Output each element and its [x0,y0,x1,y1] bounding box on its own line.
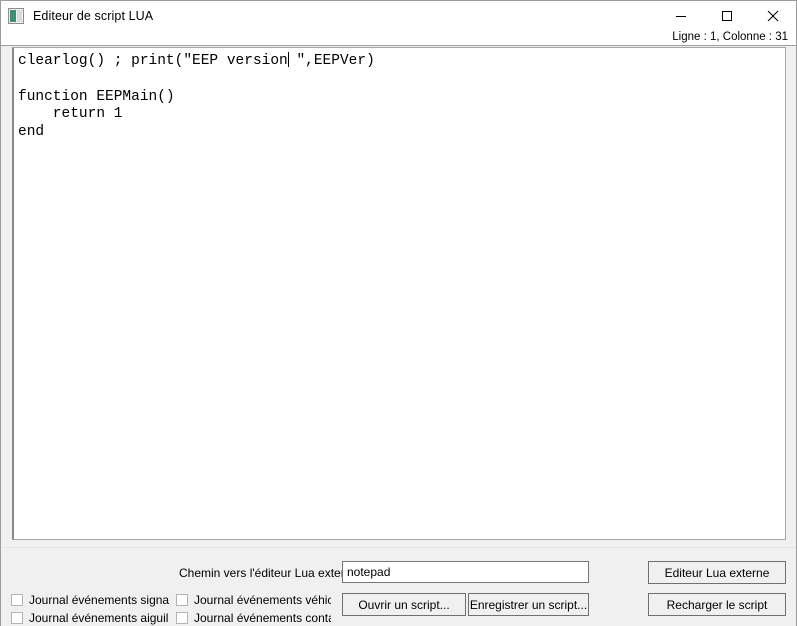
checkbox-box-vehicule[interactable] [176,593,188,606]
close-icon [767,10,779,22]
code-editor[interactable]: clearlog() ; print("EEP version ",EEPVer… [12,47,786,540]
checkbox-label-signalisation: Journal événements signalisa [29,592,169,607]
title-bar: Editeur de script LUA [1,1,796,31]
minimize-icon [676,16,686,17]
checkbox-label-aiguillage: Journal événements aiguillag [29,610,169,625]
code-before-caret: clearlog() ; print("EEP version [18,53,288,69]
checkbox-journal-signalisation[interactable]: Journal événements signalisa [11,591,169,608]
lua-script-editor-window: Editeur de script LUA Ligne : 1, Colonne… [0,0,797,626]
close-button[interactable] [750,1,796,31]
checkbox-journal-aiguillage[interactable]: Journal événements aiguillag [11,609,169,626]
code-text[interactable]: clearlog() ; print("EEP version ",EEPVer… [14,48,785,142]
checkbox-label-contacts: Journal événements contacts [194,610,331,625]
caption-button-group [658,1,796,31]
checkbox-journal-vehicule[interactable]: Journal événements véhicule [176,591,331,608]
save-script-button[interactable]: Enregistrer un script... [468,593,589,616]
external-lua-editor-button[interactable]: Editeur Lua externe [648,561,786,584]
external-editor-path-label: Chemin vers l'éditeur Lua externe [179,566,359,580]
checkbox-box-signalisation[interactable] [11,593,23,606]
maximize-button[interactable] [704,1,750,31]
maximize-icon [722,11,732,21]
status-strip: Ligne : 1, Colonne : 31 [1,31,796,46]
open-script-button[interactable]: Ouvrir un script... [342,593,466,616]
window-title: Editeur de script LUA [33,9,154,23]
checkbox-box-contacts[interactable] [176,611,188,624]
line-column-indicator: Ligne : 1, Colonne : 31 [672,31,788,43]
app-window-icon [8,8,24,24]
minimize-button[interactable] [658,1,704,31]
checkbox-label-vehicule: Journal événements véhicule [194,592,331,607]
external-editor-path-input[interactable] [342,561,589,583]
reload-script-button[interactable]: Recharger le script [648,593,786,616]
checkbox-box-aiguillage[interactable] [11,611,23,624]
checkbox-journal-contacts[interactable]: Journal événements contacts [176,609,331,626]
